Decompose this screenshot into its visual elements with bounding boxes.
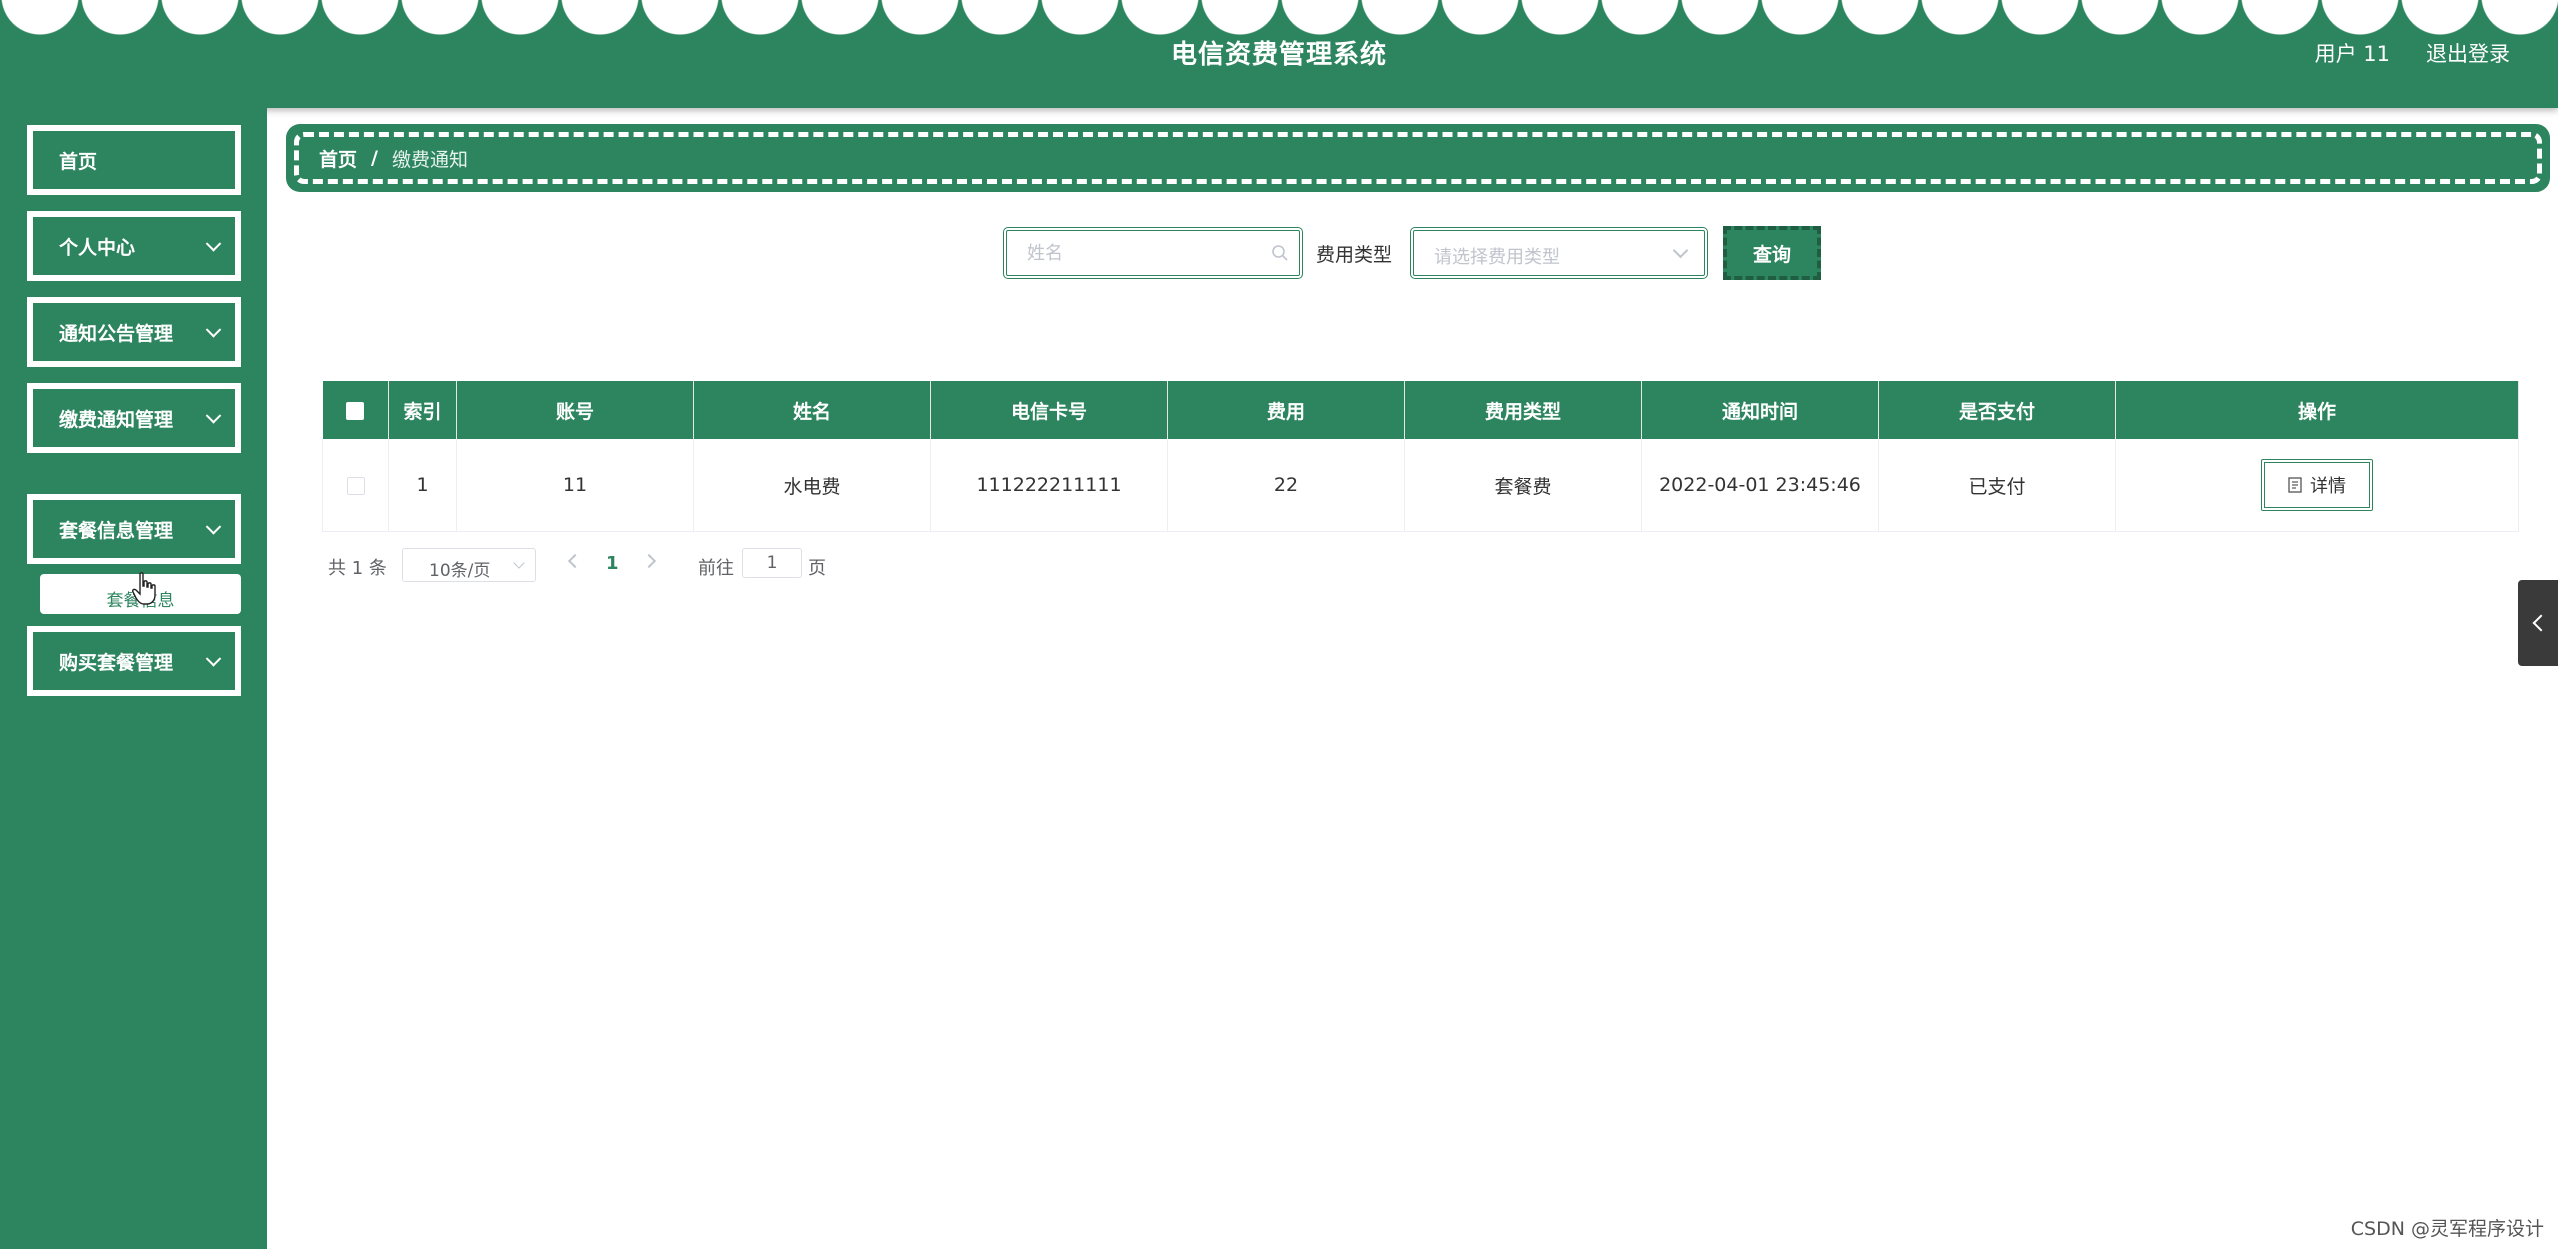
sidebar-item-payment-notice-management[interactable]: 缴费通知管理 [27, 383, 241, 453]
goto-page-input[interactable] [742, 548, 802, 578]
fee-type-select[interactable]: 请选择费用类型 [1410, 227, 1708, 279]
name-search-input[interactable] [1025, 237, 1264, 269]
chevron-down-icon [205, 519, 222, 535]
row-select-cell [322, 439, 389, 532]
detail-button[interactable]: 详情 [2261, 459, 2373, 511]
chevron-down-icon [1672, 242, 1689, 259]
sidebar-item-label: 通知公告管理 [59, 322, 174, 345]
column-header: 是否支付 [1878, 381, 2116, 439]
column-header: 操作 [2115, 381, 2519, 439]
breadcrumb-current: 缴费通知 [391, 148, 468, 171]
sidebar-item-notice-management[interactable]: 通知公告管理 [27, 297, 241, 367]
row-checkbox[interactable] [346, 476, 365, 495]
fee-type-select-placeholder: 请选择费用类型 [1434, 247, 1560, 268]
chevron-down-icon [205, 651, 222, 667]
chevron-down-icon [205, 322, 222, 338]
pagination-total: 共 1 条 [328, 558, 387, 579]
breadcrumb-home-link[interactable]: 首页 [319, 145, 357, 172]
sidebar-item-label: 套餐信息管理 [59, 519, 174, 542]
payment-notice-table: 索引 账号 姓名 电信卡号 费用 费用类型 通知时间 是否支付 操作 1 11 … [322, 381, 2519, 532]
chevron-left-icon [2532, 614, 2550, 632]
sidebar-item-buy-package-management[interactable]: 购买套餐管理 [27, 626, 241, 696]
fee-type-label: 费用类型 [1316, 244, 1393, 266]
select-all-checkbox[interactable] [346, 401, 365, 420]
current-user-label: 用户 11 [2314, 42, 2390, 66]
chevron-down-icon [513, 557, 525, 569]
cell-fee-type: 套餐费 [1404, 439, 1642, 532]
table-header-row: 索引 账号 姓名 电信卡号 费用 费用类型 通知时间 是否支付 操作 [322, 381, 2519, 439]
search-icon [1272, 245, 1288, 261]
chevron-down-icon [205, 408, 222, 424]
sidebar: 首页 个人中心 通知公告管理 缴费通知管理 套餐信息管理 购买套餐管理 [0, 108, 267, 1249]
table-row: 1 11 水电费 111222211111 22 套餐费 2022-04-01 … [322, 439, 2519, 532]
sidebar-item-label: 缴费通知管理 [59, 408, 174, 431]
page-unit-label: 页 [808, 558, 826, 579]
sidebar-item-package-info-management[interactable]: 套餐信息管理 [27, 494, 241, 564]
column-header: 电信卡号 [930, 381, 1168, 439]
cell-actions: 详情 [2115, 439, 2519, 532]
page-size-select[interactable]: 10条/页 [402, 548, 536, 582]
select-all-cell [322, 381, 389, 439]
sidebar-item-home[interactable]: 首页 [27, 125, 241, 195]
column-header: 索引 [388, 381, 457, 439]
column-header: 姓名 [693, 381, 931, 439]
cell-name: 水电费 [693, 439, 931, 532]
cell-account: 11 [456, 439, 694, 532]
cell-paid-status: 已支付 [1878, 439, 2116, 532]
detail-button-label: 详情 [2310, 476, 2346, 497]
sidebar-item-label: 购买套餐管理 [59, 651, 174, 674]
name-search-field [1003, 227, 1303, 279]
document-icon [2288, 477, 2302, 493]
side-collapse-tab[interactable] [2518, 580, 2558, 666]
column-header: 账号 [456, 381, 694, 439]
sidebar-item-label: 首页 [59, 150, 98, 173]
page-number-current[interactable]: 1 [606, 553, 619, 574]
cell-notice-time: 2022-04-01 23:45:46 [1641, 439, 1879, 532]
logout-button[interactable]: 退出登录 [2426, 38, 2510, 68]
column-header: 费用 [1167, 381, 1405, 439]
watermark: CSDN @灵军程序设计 [2350, 1218, 2544, 1240]
prev-page-icon[interactable] [567, 553, 583, 569]
app-title: 电信资费管理系统 [1170, 40, 1387, 70]
breadcrumb-container: 首页 / 缴费通知 [286, 124, 2550, 192]
cell-index: 1 [388, 439, 457, 532]
page-size-value: 10条/页 [429, 561, 491, 581]
query-button[interactable]: 查询 [1723, 226, 1821, 280]
hand-pointer-icon [132, 572, 156, 605]
sidebar-item-personal-center[interactable]: 个人中心 [27, 211, 241, 281]
column-header: 费用类型 [1404, 381, 1642, 439]
next-page-icon[interactable] [641, 553, 657, 569]
chevron-down-icon [205, 236, 222, 252]
cell-card-number: 111222211111 [930, 439, 1168, 532]
goto-label: 前往 [698, 558, 734, 579]
breadcrumb: 首页 / 缴费通知 [294, 132, 2542, 184]
top-header: 电信资费管理系统 用户 11 退出登录 [0, 0, 2558, 108]
cell-fee: 22 [1167, 439, 1405, 532]
column-header: 通知时间 [1641, 381, 1879, 439]
sidebar-item-label: 个人中心 [59, 236, 136, 259]
breadcrumb-separator: / [371, 147, 378, 169]
